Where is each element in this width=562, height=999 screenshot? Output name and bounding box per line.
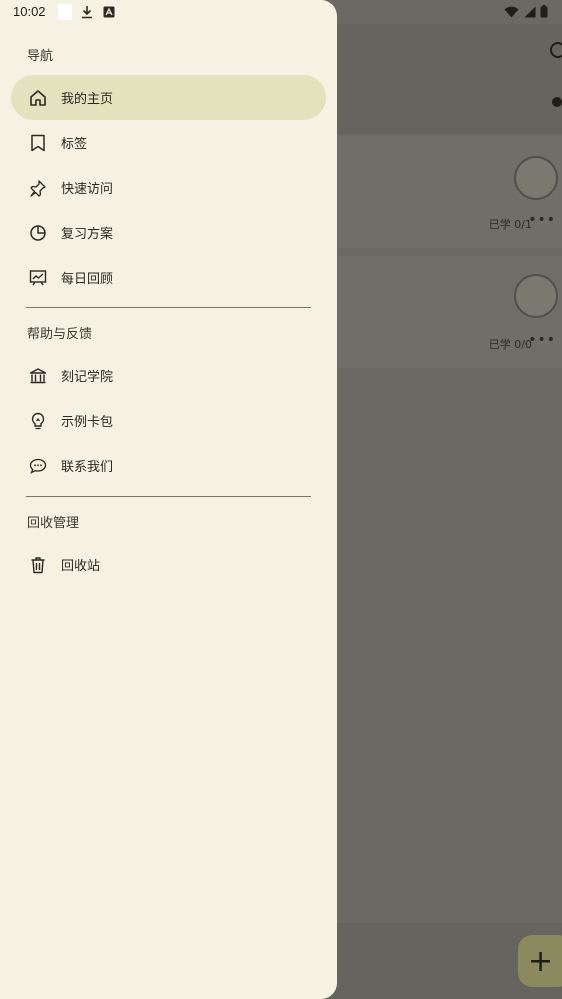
section-title-navigation: 导航 [27,48,54,63]
nav-item-label: 刻记学院 [61,369,114,384]
lightbulb-icon [27,410,49,432]
card-thumbnail-icon [514,274,558,318]
system-status-icons [504,5,548,18]
nav-item-my-home[interactable]: 我的主页 [11,75,326,120]
battery-icon [540,5,548,18]
pin-icon [27,177,49,199]
download-icon [80,5,94,19]
add-fab-icon: + [518,935,562,987]
notification-app-icon [58,4,72,20]
nav-item-label: 联系我们 [61,459,114,474]
wifi-icon [504,6,519,18]
nav-item-label: 示例卡包 [61,414,114,429]
card-thumbnail-icon [514,156,558,200]
pie-chart-icon [27,222,49,244]
nav-item-sample-decks[interactable]: 示例卡包 [11,398,326,443]
bookmark-icon [27,132,49,154]
trash-icon [27,554,49,576]
status-time: 10:02 [13,4,46,19]
signal-icon [524,6,536,17]
account-icon [550,42,562,58]
trend-chart-icon [27,267,49,289]
chat-icon [27,455,49,477]
nav-item-label: 快速访问 [61,181,114,196]
nav-item-label: 回收站 [61,558,101,573]
nav-item-label: 每日回顾 [61,271,114,286]
section-divider [26,307,311,308]
nav-item-label: 标签 [61,136,88,151]
navigation-drawer: 导航 我的主页 标签 快速访问 复习方案 每日回顾 帮助与反馈 刻记学院 示例卡… [0,0,337,999]
nav-item-label: 我的主页 [61,91,114,106]
notification-icons [58,4,116,20]
home-icon [27,87,49,109]
academy-icon [27,365,49,387]
status-bar: 10:02 [0,0,562,24]
section-title-help-feedback: 帮助与反馈 [27,326,93,341]
nav-item-tags[interactable]: 标签 [11,120,326,165]
card-progress: 已学 0/1 [488,218,532,231]
section-title-recycle-management: 回收管理 [27,515,80,530]
card-progress: 已学 0/0 [488,338,532,351]
nav-item-academy[interactable]: 刻记学院 [11,353,326,398]
nav-item-quick-access[interactable]: 快速访问 [11,165,326,210]
app-notification-icon [102,5,116,19]
section-divider [26,496,311,497]
nav-item-review-plan[interactable]: 复习方案 [11,210,326,255]
more-icon: ••• [528,332,556,348]
nav-item-contact-us[interactable]: 联系我们 [11,443,326,488]
nav-item-label: 复习方案 [61,226,114,241]
nav-item-recycle-bin[interactable]: 回收站 [11,542,326,587]
more-icon: ••• [528,212,556,228]
menu-dot-icon [552,97,562,107]
nav-item-daily-review[interactable]: 每日回顾 [11,255,326,300]
